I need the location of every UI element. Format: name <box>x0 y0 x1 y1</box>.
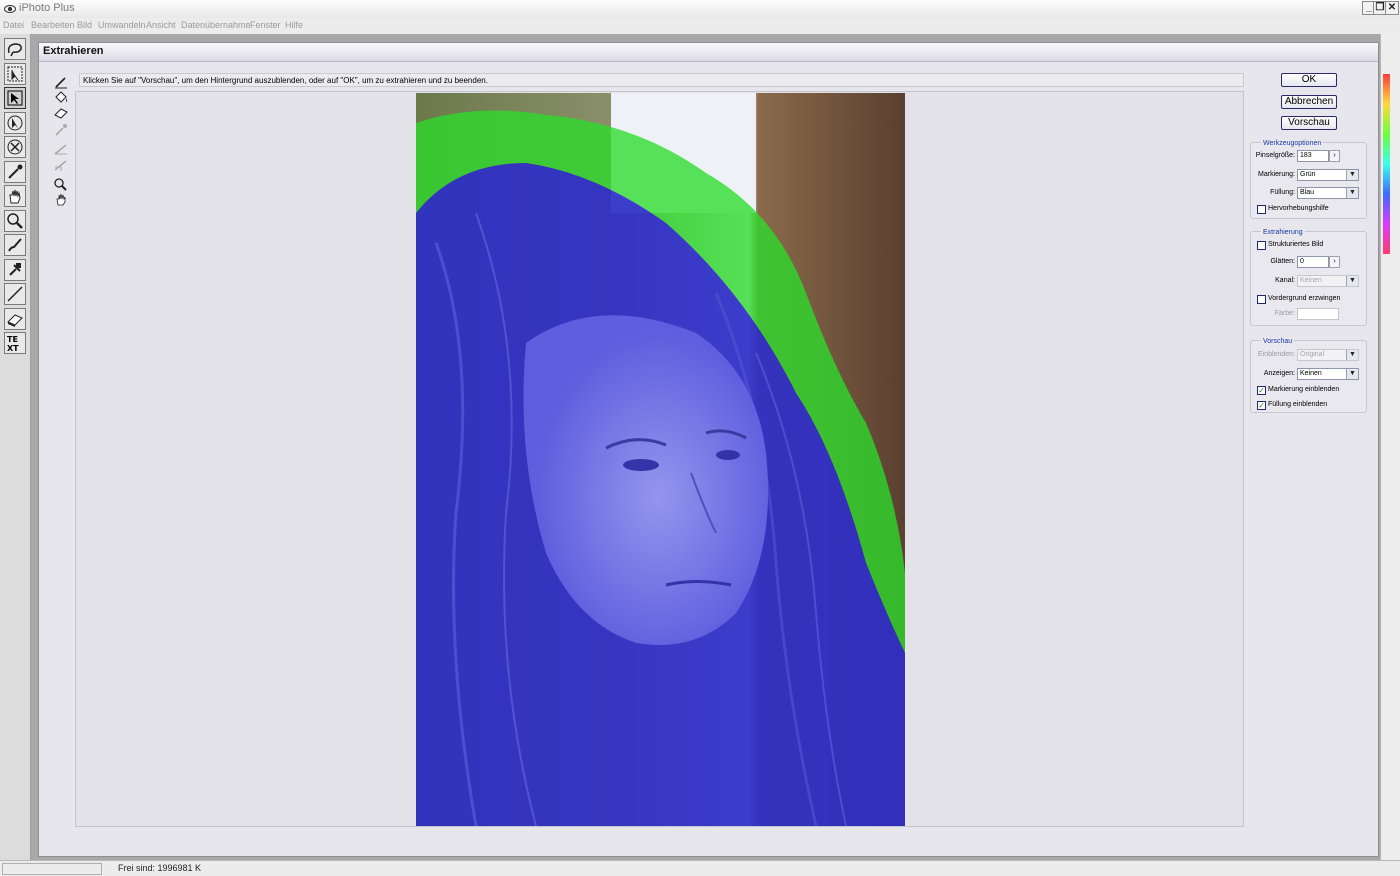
statusbar: Frei sind: 1996981 K <box>0 860 1400 876</box>
display-select-value: Keinen <box>1300 370 1322 377</box>
fill-select-value: Blau <box>1300 189 1315 196</box>
arrow-select-icon[interactable] <box>4 63 26 85</box>
photo-preview[interactable] <box>416 93 905 826</box>
color-label: Farbe: <box>1274 310 1295 317</box>
line-icon[interactable] <box>4 283 26 305</box>
eyedropper-icon[interactable] <box>4 161 26 183</box>
show-select: Original ▼ <box>1297 349 1359 361</box>
color-swatch <box>1297 308 1339 320</box>
preview-group: Vorschau Einblenden: Original ▼ Anzeigen:… <box>1250 338 1367 413</box>
menu-datei[interactable]: Datei <box>3 20 24 30</box>
photo-image <box>416 93 905 826</box>
edge-highlighter-icon[interactable] <box>53 75 69 89</box>
tool-options-title: Werkzeugoptionen <box>1261 140 1324 147</box>
fill-label: Füllung: <box>1270 189 1295 196</box>
channel-select-value: Keinen <box>1300 277 1322 284</box>
app-eye-icon <box>4 5 16 13</box>
force-foreground-checkbox[interactable] <box>1257 295 1266 304</box>
chevron-down-icon: ▼ <box>1346 350 1358 360</box>
menu-fenster[interactable]: Fenster <box>250 20 281 30</box>
highlight-select[interactable]: Grün ▼ <box>1297 169 1359 181</box>
svg-text:TE: TE <box>7 335 18 344</box>
show-highlight-checkbox[interactable]: ✓ <box>1257 386 1266 395</box>
chevron-down-icon: ▼ <box>1346 276 1358 286</box>
tool-options-group: Werkzeugoptionen Pinselgröße: 183 › Mark… <box>1250 140 1367 219</box>
show-select-value: Original <box>1300 351 1325 358</box>
chevron-down-icon: ▼ <box>1346 170 1358 180</box>
status-cell <box>2 863 102 875</box>
zoom-icon[interactable] <box>4 210 26 232</box>
cancel-button[interactable]: Abbrechen <box>1281 95 1337 109</box>
display-select[interactable]: Keinen ▼ <box>1297 368 1359 380</box>
chevron-down-icon: ▼ <box>1346 188 1358 198</box>
menu-datenuebernahme[interactable]: Datenübernahme <box>181 20 251 30</box>
svg-text:XT: XT <box>7 344 19 353</box>
close-button[interactable]: ✕ <box>1385 1 1399 15</box>
preview-title: Vorschau <box>1261 338 1295 345</box>
menu-bearbeiten[interactable]: Bearbeiten <box>31 20 75 30</box>
extract-dialog: Extrahieren Klicken Sie auf "Vorschau", … <box>38 42 1379 857</box>
selection-icon[interactable] <box>4 87 26 109</box>
preview-button[interactable]: Vorschau <box>1281 116 1337 130</box>
edge-touchup-icon <box>53 158 69 172</box>
dialog-title: Extrahieren <box>43 45 104 57</box>
menubar: Datei Bearbeiten Bild Umwandeln Ansicht … <box>0 18 1400 35</box>
cleanup-icon <box>53 142 69 156</box>
textured-image-checkbox[interactable] <box>1257 241 1266 250</box>
eyedropper-icon <box>53 123 69 137</box>
left-toolbar: TE XT <box>0 34 31 860</box>
preview-canvas[interactable] <box>75 91 1244 827</box>
retouch-icon[interactable] <box>4 136 26 158</box>
hand-icon[interactable] <box>4 185 26 207</box>
show-highlight-label: Markierung einblenden <box>1268 386 1340 393</box>
text-icon[interactable]: TE XT <box>4 332 26 354</box>
brush-size-arrow-icon[interactable]: › <box>1329 150 1340 162</box>
app-titlebar: iPhoto Plus _ ❐ ✕ <box>0 0 1400 19</box>
textured-image-label: Strukturiertes Bild <box>1268 241 1324 248</box>
app-title: iPhoto Plus <box>19 2 75 14</box>
smooth-label: Glätten: <box>1270 258 1295 265</box>
extraction-group: Extrahierung Strukturiertes Bild Glätten… <box>1250 229 1367 326</box>
brush-size-label: Pinselgröße: <box>1255 152 1295 159</box>
instruction-text: Klicken Sie auf "Vorschau", um den Hinte… <box>79 73 1244 87</box>
menu-umwandeln[interactable]: Umwandeln <box>98 20 146 30</box>
show-fill-label: Füllung einblenden <box>1268 401 1328 408</box>
chevron-down-icon: ▼ <box>1346 369 1358 379</box>
lasso-icon[interactable] <box>4 38 26 60</box>
color-spectrum[interactable] <box>1383 74 1390 254</box>
show-label: Einblenden: <box>1258 351 1295 358</box>
clone-icon[interactable] <box>4 259 26 281</box>
fill-icon[interactable] <box>53 90 69 104</box>
highlight-label: Markierung: <box>1258 171 1295 178</box>
smart-highlight-label: Hervorhebungshilfe <box>1268 205 1329 212</box>
smooth-arrow-icon[interactable]: › <box>1329 256 1340 268</box>
channel-select: Keinen ▼ <box>1297 275 1359 287</box>
channel-label: Kanal: <box>1275 277 1295 284</box>
brush-icon[interactable] <box>4 234 26 256</box>
smooth-input[interactable]: 0 <box>1297 256 1329 268</box>
menu-ansicht[interactable]: Ansicht <box>146 20 176 30</box>
menu-hilfe[interactable]: Hilfe <box>285 20 303 30</box>
ok-button[interactable]: OK <box>1281 73 1337 87</box>
eraser-icon[interactable] <box>4 308 26 330</box>
menu-bild[interactable]: Bild <box>77 20 92 30</box>
eraser-icon[interactable] <box>53 106 69 120</box>
extraction-title: Extrahierung <box>1261 229 1305 236</box>
pointer-icon[interactable] <box>4 112 26 134</box>
smart-highlight-checkbox[interactable] <box>1257 205 1266 214</box>
fill-select[interactable]: Blau ▼ <box>1297 187 1359 199</box>
hand-icon[interactable] <box>53 192 69 206</box>
force-foreground-label: Vordergrund erzwingen <box>1268 295 1341 302</box>
zoom-icon[interactable] <box>53 177 69 191</box>
highlight-select-value: Grün <box>1300 171 1316 178</box>
free-memory-text: Frei sind: 1996981 K <box>118 863 202 873</box>
brush-size-input[interactable]: 183 <box>1297 150 1329 162</box>
show-fill-checkbox[interactable]: ✓ <box>1257 401 1266 410</box>
dialog-titlebar: Extrahieren <box>39 43 1378 62</box>
display-label: Anzeigen: <box>1263 370 1295 377</box>
